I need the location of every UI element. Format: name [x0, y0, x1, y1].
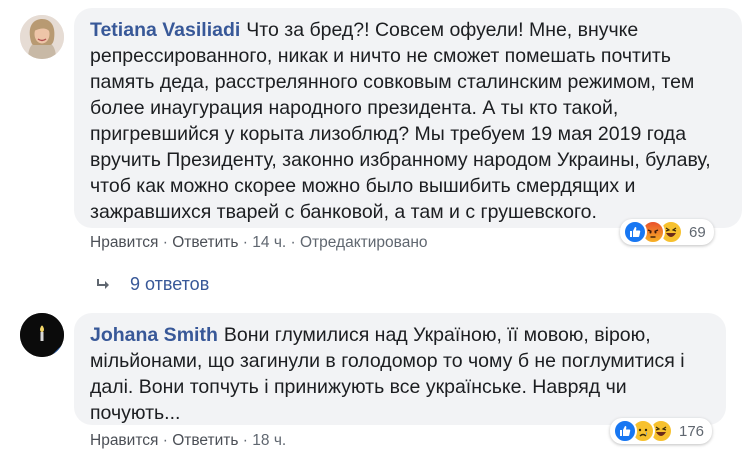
- separator: ·: [162, 432, 168, 449]
- like-link[interactable]: Нравится: [90, 432, 158, 449]
- like-icon: [613, 419, 637, 443]
- separator: ·: [242, 234, 248, 251]
- reaction-count: 69: [689, 223, 706, 241]
- timestamp[interactable]: 14 ч.: [252, 234, 286, 251]
- comment-author[interactable]: Tetiana Vasiliadi: [90, 19, 240, 41]
- comment-text: Что за бред?! Совсем офуели! Мне, внучке…: [90, 19, 711, 223]
- avatar[interactable]: [20, 313, 64, 357]
- comment-bubble: Johana Smith Вони глумилися над Україною,…: [74, 313, 726, 425]
- reply-arrow-icon: [96, 278, 112, 292]
- edited-label[interactable]: Отредактировано: [300, 234, 428, 251]
- reactions-summary[interactable]: 69: [620, 219, 714, 245]
- view-replies-link[interactable]: 9 ответов: [96, 274, 209, 295]
- comment-bubble: Tetiana Vasiliadi Что за бред?! Совсем оф…: [74, 8, 742, 228]
- replies-count: 9 ответов: [130, 274, 210, 294]
- comment-author[interactable]: Johana Smith: [90, 324, 218, 346]
- like-icon: [623, 220, 647, 244]
- reply-link[interactable]: Ответить: [172, 234, 238, 251]
- reactions-summary[interactable]: 176: [610, 418, 713, 444]
- comment-actions: Нравится · Ответить · 18 ч.: [90, 432, 286, 450]
- reaction-count: 176: [679, 422, 705, 440]
- comment-actions: Нравится · Ответить · 14 ч. · Отредактир…: [90, 234, 428, 252]
- timestamp[interactable]: 18 ч.: [252, 432, 286, 449]
- reply-link[interactable]: Ответить: [172, 432, 238, 449]
- separator: ·: [162, 234, 168, 251]
- like-link[interactable]: Нравится: [90, 234, 158, 251]
- avatar[interactable]: [20, 15, 64, 59]
- separator: ·: [242, 432, 248, 449]
- separator: ·: [290, 234, 296, 251]
